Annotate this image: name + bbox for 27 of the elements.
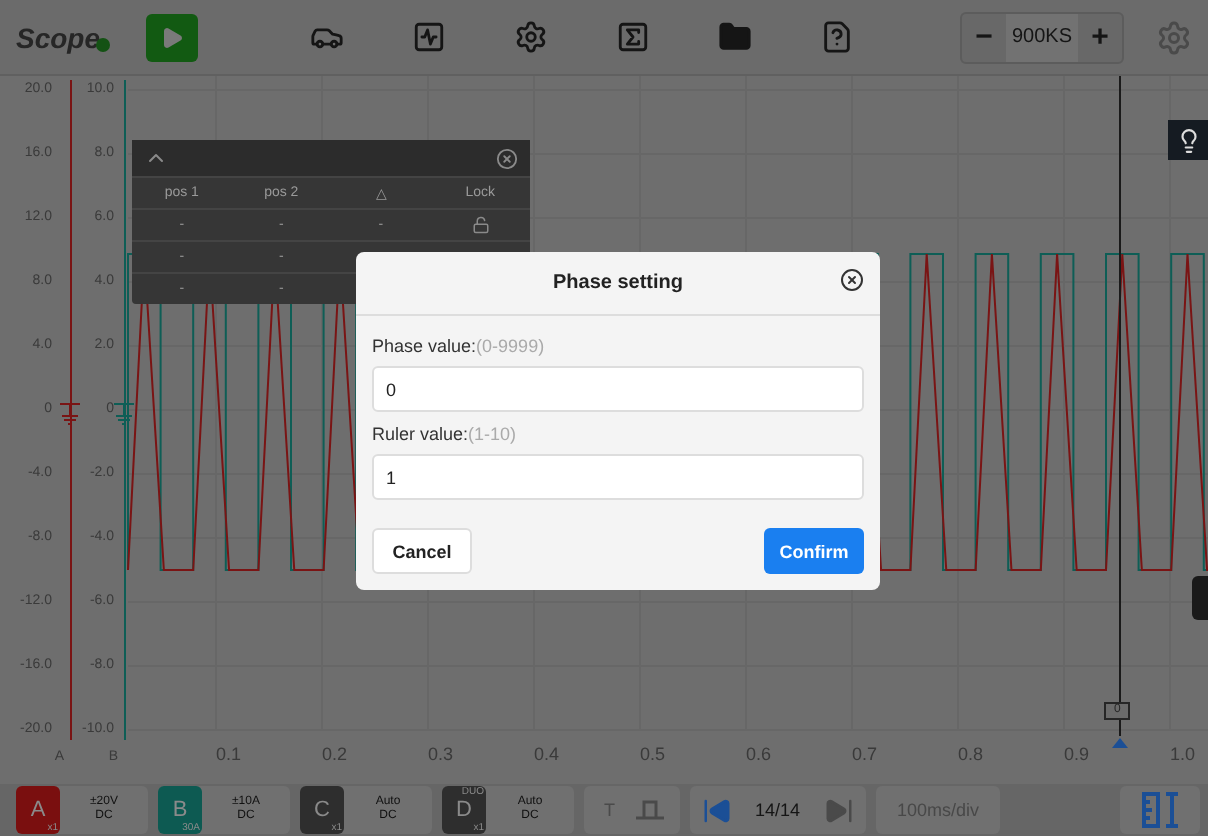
confirm-button[interactable]: Confirm bbox=[764, 528, 864, 574]
zoom-value: 900KS bbox=[1005, 13, 1078, 61]
field-label: Ruler value:(1-10) bbox=[372, 424, 519, 444]
input-field[interactable]: 0 bbox=[372, 366, 864, 412]
field-label: Phase value:(0-9999) bbox=[372, 336, 547, 356]
status-dot-icon bbox=[96, 38, 111, 52]
triangle-marker-icon bbox=[1112, 738, 1128, 748]
lightbulb-button[interactable] bbox=[1168, 120, 1208, 160]
settings-icon[interactable] bbox=[514, 20, 549, 54]
app-title: Scope bbox=[16, 21, 101, 53]
help-icon[interactable] bbox=[820, 20, 855, 54]
input-field[interactable]: 1 bbox=[372, 454, 864, 500]
frame-counter: 14/14 bbox=[753, 800, 803, 820]
zoom-out-button[interactable]: − bbox=[961, 20, 1006, 54]
close-icon[interactable] bbox=[840, 268, 864, 292]
dialog-title: Phase setting bbox=[552, 272, 684, 294]
cancel-button[interactable]: Cancel bbox=[372, 528, 472, 574]
folder-icon[interactable] bbox=[718, 20, 753, 54]
pulse-icon[interactable] bbox=[635, 800, 663, 820]
waveform-icon[interactable] bbox=[412, 20, 447, 54]
side-tab-button[interactable] bbox=[1192, 576, 1208, 620]
lightbulb-icon bbox=[1175, 127, 1201, 153]
play-button[interactable] bbox=[146, 13, 199, 61]
sigma-icon[interactable] bbox=[616, 20, 651, 54]
play-icon bbox=[160, 25, 185, 49]
open-padlock-icon[interactable] bbox=[471, 216, 490, 234]
zoom-in-button[interactable]: + bbox=[1078, 20, 1122, 54]
